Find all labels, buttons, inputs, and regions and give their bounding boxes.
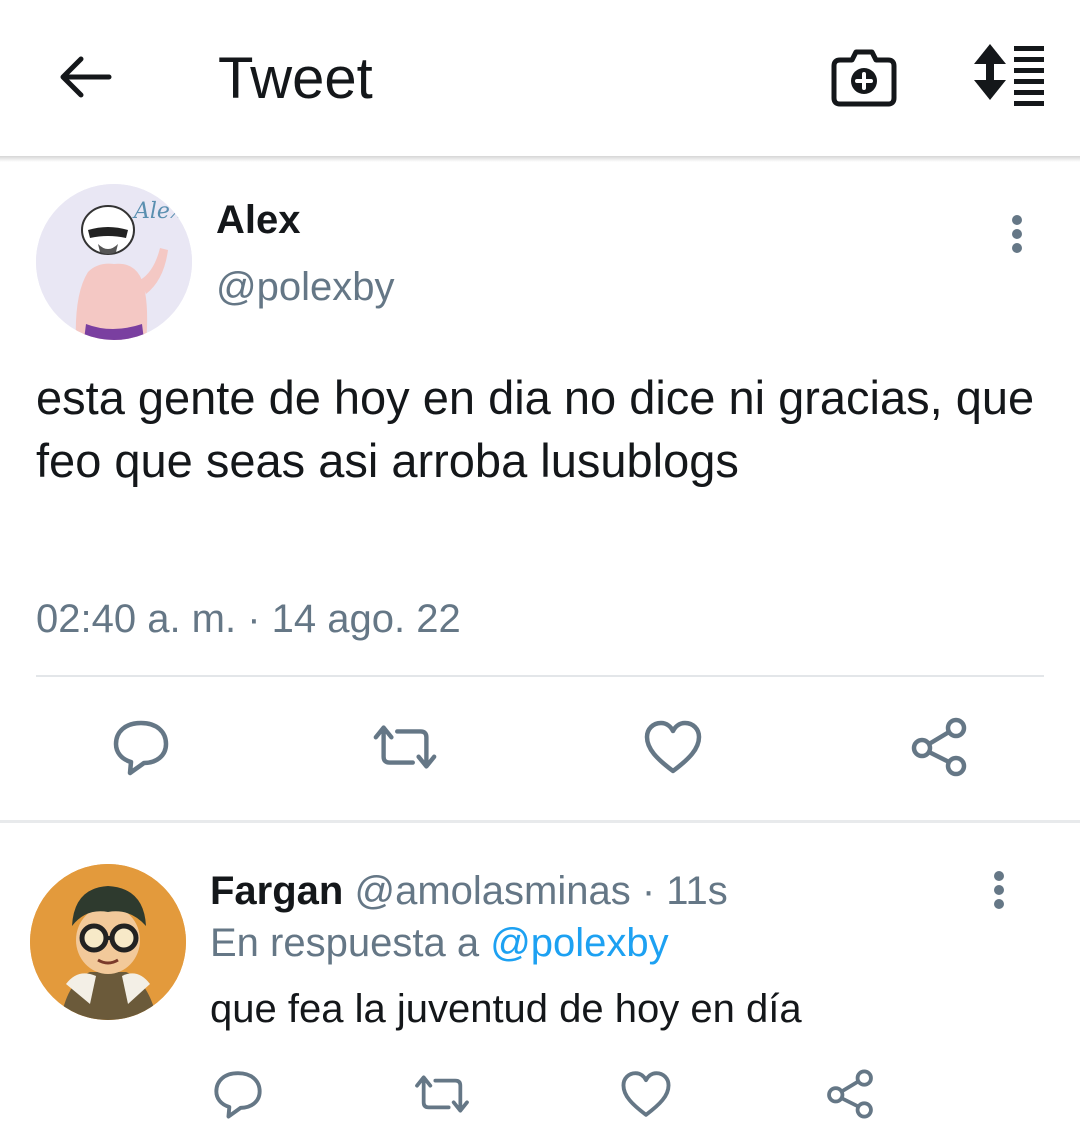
reply-like-button[interactable] [616,1066,676,1122]
share-icon [911,717,967,777]
like-icon [621,1071,671,1117]
top-bar-shadow [0,156,1080,162]
more-vertical-icon [1012,215,1022,253]
in-reply-to: En respuesta a @polexby [210,918,669,968]
reply-header: Fargan @amolasminas · 11s [210,866,728,916]
avatar-watermark: Alex [132,199,183,224]
top-app-bar: Tweet [0,0,1080,158]
like-button[interactable] [638,716,708,778]
reply-author-handle[interactable]: @amolasminas [354,869,630,913]
reply-button[interactable] [106,716,176,778]
avatar-illustration: Alex [36,184,192,340]
reply-share-button[interactable] [820,1066,880,1122]
sort-button[interactable] [968,40,1050,112]
reply-author-name[interactable]: Fargan [210,869,343,913]
avatar-illustration [30,864,186,1020]
reply-text: que fea la juventud de hoy en día [210,987,802,1031]
like-icon [644,720,702,774]
share-icon [827,1069,873,1119]
section-divider [0,820,1080,823]
page-title: Tweet [218,46,373,111]
reply-icon [113,720,169,776]
reply-retweet-button[interactable] [412,1066,472,1122]
back-arrow-icon [60,56,112,98]
author-name[interactable]: Alex [216,196,301,244]
more-options-button[interactable] [1002,208,1032,268]
retweet-icon [373,725,437,769]
share-button[interactable] [904,716,974,778]
reply-time: 11s [666,869,728,913]
avatar-alex[interactable]: Alex [36,184,192,340]
reply-reply-button[interactable] [208,1066,268,1122]
reply-more-options-button[interactable] [984,864,1014,924]
tweet-text: esta gente de hoy en dia no dice ni grac… [36,371,1035,487]
camera-button[interactable] [828,40,900,112]
sort-list-icon [974,44,1044,106]
back-button[interactable] [50,42,120,112]
retweet-button[interactable] [370,716,440,778]
author-handle[interactable]: @polexby [216,262,394,312]
in-reply-handle-link[interactable]: @polexby [490,921,668,965]
reply-separator: · [630,869,667,913]
more-vertical-icon [994,871,1004,909]
camera-plus-icon [831,49,897,107]
tweet-timestamp: 02:40 a. m. · 14 ago. 22 [36,597,461,641]
divider [36,675,1044,677]
reply-icon [214,1071,262,1119]
retweet-icon [415,1075,469,1113]
in-reply-prefix: En respuesta a [210,921,491,965]
avatar-fargan[interactable] [30,864,186,1020]
